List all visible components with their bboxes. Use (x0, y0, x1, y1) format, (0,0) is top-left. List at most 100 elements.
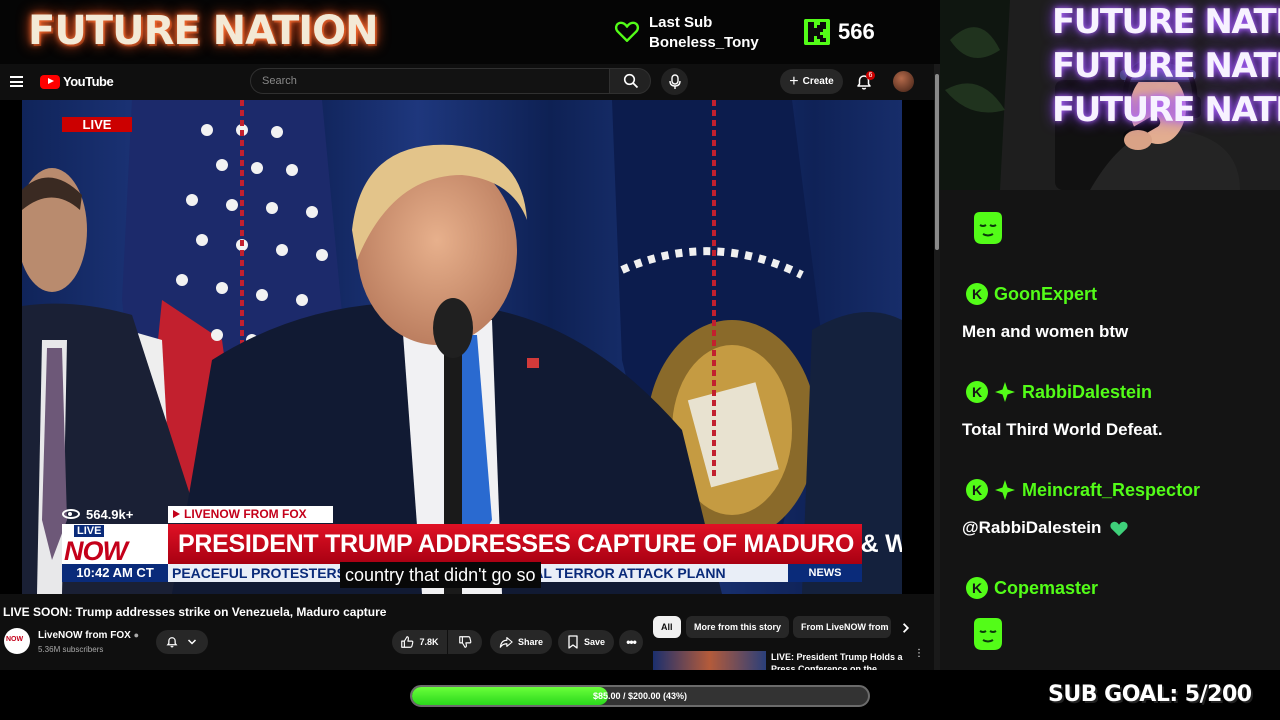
smile-emote-icon (974, 212, 1002, 244)
last-sub-label: Last Sub (649, 14, 713, 31)
related-video-title[interactable]: LIVE: President Trump Holds a Press Conf… (771, 651, 911, 670)
chat-message: Men and women btw (962, 322, 1128, 342)
menu-icon[interactable] (10, 76, 23, 87)
save-button[interactable]: Save (558, 630, 614, 654)
video-player[interactable]: LIVE 564.9k+ LIVENOW FROM FOX LIVE NOW P… (22, 100, 902, 594)
chip-more-from-story[interactable]: More from this story (686, 616, 790, 638)
live-badge: LIVE (62, 117, 132, 132)
headline: PRESIDENT TRUMP ADDRESSES CAPTURE OF MAD… (168, 524, 902, 564)
search-icon (623, 73, 639, 89)
video-info-panel: LIVE SOON: Trump addresses strike on Ven… (0, 594, 940, 670)
chat-panel[interactable]: GoonExpert Men and women btw RabbiDalest… (940, 190, 1280, 670)
search-input[interactable]: Search (250, 68, 610, 94)
channel-name[interactable]: LiveNOW from FOX ● (38, 630, 139, 641)
subscriber-count: 5.36M subscribers (38, 645, 104, 654)
ticker-network-label: NEWS (788, 564, 862, 582)
chat-message: Total Third World Defeat. (962, 420, 1163, 440)
more-horizontal-icon: ••• (626, 635, 637, 649)
chat-username[interactable]: RabbiDalestein (966, 378, 1152, 406)
view-count: 564.9k+ (62, 506, 162, 522)
kick-logo-icon (804, 19, 830, 45)
chat-username-text: Copemaster (994, 577, 1099, 598)
chat-message-text: Men and women btw (962, 322, 1129, 341)
share-label: Share (517, 637, 543, 647)
kick-badge-icon (966, 577, 988, 599)
chat-username-text: Meincraft_Respector (1022, 479, 1201, 500)
donation-goal-bar: $85.00 / $200.00 (43%) (410, 685, 870, 707)
last-sub-name: Boneless_Tony (649, 34, 759, 51)
time-display: 10:42 AM CT (62, 564, 168, 582)
sparkle-badge-icon (995, 382, 1015, 402)
video-title: LIVE SOON: Trump addresses strike on Ven… (3, 605, 387, 619)
chat-message: @RabbiDalestein (962, 518, 1129, 538)
like-button[interactable]: 7.8K (392, 630, 447, 654)
livenow-logo-bottom: NOW (64, 536, 128, 566)
webcam-neon-sign-3: FUTURE NATION (1052, 90, 1280, 130)
donation-goal-text: $85.00 / $200.00 (43%) (592, 691, 688, 701)
heart-icon (614, 21, 640, 42)
chip-all[interactable]: All (653, 616, 681, 638)
voice-search-button[interactable] (661, 68, 688, 95)
more-actions-button[interactable]: ••• (619, 630, 643, 654)
chevron-down-icon (187, 639, 197, 645)
share-button[interactable]: Share (490, 630, 552, 654)
closed-caption: country that didn't go so (340, 562, 541, 588)
mic-icon (668, 73, 681, 89)
verified-icon: ● (133, 630, 140, 640)
chat-username-text: RabbiDalestein (1022, 381, 1153, 402)
share-icon (499, 637, 513, 648)
kick-badge-icon (966, 479, 988, 501)
subscribed-notifications-button[interactable] (156, 630, 208, 654)
chat-username[interactable]: Meincraft_Respector (966, 476, 1200, 504)
ticker-text: PEACEFUL PROTESTERS (172, 565, 346, 581)
avatar[interactable] (893, 71, 914, 92)
stream-side-panel: FUTURE NATION FUTURE NATION FUTURE NATIO… (940, 0, 1280, 670)
thumbs-up-icon (401, 636, 414, 648)
chat-username-text: GoonExpert (994, 283, 1098, 304)
kick-badge-icon (966, 381, 988, 403)
smile-emote-icon (974, 618, 1002, 650)
dislike-button[interactable] (448, 630, 482, 654)
webcam-feed: FUTURE NATION FUTURE NATION FUTURE NATIO… (940, 0, 1280, 190)
chat-message-text: @RabbiDalestein (962, 518, 1102, 537)
bell-icon (166, 637, 178, 648)
source-tag: LIVENOW FROM FOX (168, 506, 333, 523)
chevron-right-icon[interactable] (900, 622, 912, 634)
search-button[interactable] (609, 68, 651, 94)
youtube-play-icon (40, 74, 60, 89)
create-button[interactable]: + Create (780, 69, 843, 94)
related-more-icon[interactable]: ⋮ (914, 649, 924, 659)
plus-icon: + (789, 72, 799, 90)
chat-username[interactable]: GoonExpert (966, 280, 1097, 308)
eye-icon (62, 509, 80, 519)
scrollbar-thumb[interactable] (935, 74, 939, 250)
kick-follower-count: 566 (804, 18, 875, 46)
stream-top-overlay: FUTURE NATION Last Sub Boneless_Tony 566 (0, 0, 940, 64)
youtube-header: YouTube Search + Create 6 (0, 64, 940, 100)
chat-message-text: Total Third World Defeat. (962, 420, 1163, 439)
bookmark-icon (568, 635, 578, 649)
brand-title: FUTURE NATION (28, 8, 379, 54)
channel-avatar[interactable] (4, 628, 30, 654)
webcam-neon-sign-1: FUTURE NATION (1052, 2, 1280, 42)
view-count-value: 564.9k+ (86, 506, 134, 522)
youtube-logo-text: YouTube (63, 74, 114, 89)
stream-bottom-bar: $85.00 / $200.00 (43%) SUB GOAL: 5/200 (0, 670, 1280, 720)
livenow-logo: LIVE NOW (62, 524, 168, 568)
sub-goal-counter: SUB GOAL: 5/200 (1048, 682, 1252, 707)
thumbs-down-icon (459, 636, 472, 648)
chat-username[interactable]: Copemaster (966, 574, 1098, 602)
channel-name-text: LiveNOW from FOX (38, 630, 131, 641)
webcam-neon-sign-2: FUTURE NATION (1052, 46, 1280, 86)
kick-badge-icon (966, 283, 988, 305)
sparkle-badge-icon (995, 480, 1015, 500)
green-heart-emoji-icon (1110, 521, 1128, 537)
save-label: Save (583, 637, 606, 647)
ticker-tail: AL TERROR ATTACK PLANN (533, 565, 726, 581)
create-label: Create (802, 76, 834, 87)
youtube-logo[interactable]: YouTube (40, 74, 114, 89)
notification-badge: 6 (866, 71, 875, 80)
chip-from-channel[interactable]: From LiveNOW from (793, 616, 891, 638)
related-video-thumbnail[interactable] (653, 651, 766, 670)
kick-count-value: 566 (838, 19, 875, 44)
